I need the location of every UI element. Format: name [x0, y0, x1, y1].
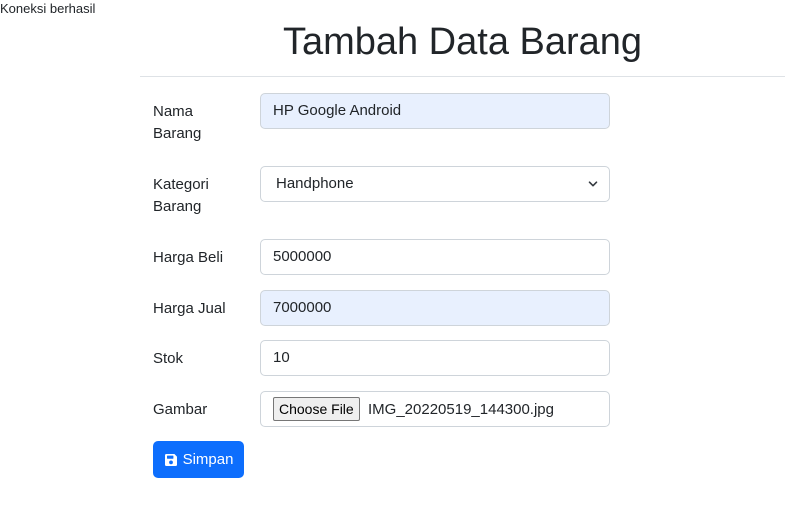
kategori-barang-label: Kategori Barang: [153, 176, 209, 215]
gambar-label: Gambar: [153, 401, 208, 418]
harga-jual-input[interactable]: 7000000: [260, 290, 610, 326]
kategori-barang-select[interactable]: Handphone: [260, 166, 610, 202]
nama-barang-label: Nama Barang: [153, 103, 202, 142]
page-title: Tambah Data Barang: [282, 21, 643, 63]
harga-beli-label: Harga Beli: [153, 249, 224, 266]
divider: [140, 76, 785, 77]
connection-status: Koneksi berhasil: [0, 1, 96, 16]
floppy-disk-icon: [164, 453, 177, 466]
gambar-file-input[interactable]: Choose File IMG_20220519_144300.jpg: [260, 391, 610, 427]
save-button-label: Simpan: [182, 451, 234, 468]
stok-label: Stok: [153, 350, 184, 367]
harga-jual-label: Harga Jual: [153, 300, 226, 317]
selected-file-name: IMG_20220519_144300.jpg: [368, 401, 554, 418]
save-button[interactable]: Simpan: [153, 441, 244, 478]
nama-barang-input[interactable]: HP Google Android: [260, 93, 610, 129]
chevron-down-icon: [588, 181, 598, 187]
stok-input[interactable]: 10: [260, 340, 610, 376]
choose-file-button[interactable]: Choose File: [273, 397, 360, 421]
harga-beli-input[interactable]: 5000000: [260, 239, 610, 275]
kategori-selected-value: Handphone: [276, 175, 354, 192]
